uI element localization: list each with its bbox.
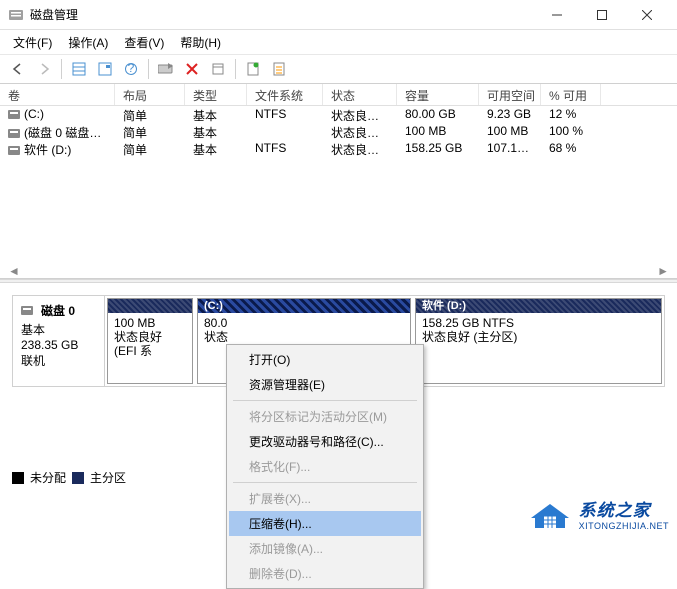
col-percent[interactable]: % 可用 <box>541 84 601 105</box>
menu-file[interactable]: 文件(F) <box>6 31 59 54</box>
menubar: 文件(F) 操作(A) 查看(V) 帮助(H) <box>0 30 677 54</box>
watermark-icon <box>527 498 573 530</box>
ctx-extend: 扩展卷(X)... <box>229 486 421 511</box>
separator <box>233 482 417 483</box>
table-row[interactable]: 软件 (D:)简单基本NTFS状态良好 (...158.25 GB107.18 … <box>0 140 677 157</box>
table-row[interactable]: (磁盘 0 磁盘分区 1)简单基本状态良好 (...100 MB100 MB10… <box>0 123 677 140</box>
minimize-button[interactable] <box>534 1 579 29</box>
partition-title: (C:) <box>198 299 410 313</box>
window-title: 磁盘管理 <box>30 6 534 23</box>
maximize-button[interactable] <box>579 1 624 29</box>
ctx-change-letter[interactable]: 更改驱动器号和路径(C)... <box>229 429 421 454</box>
partition-title <box>108 299 192 313</box>
forward-button[interactable] <box>32 57 56 81</box>
scrollbar[interactable]: ◄► <box>8 264 669 278</box>
table-row[interactable]: (C:)简单基本NTFS状态良好 (...80.00 GB9.23 GB12 % <box>0 106 677 123</box>
separator <box>148 59 149 79</box>
back-button[interactable] <box>6 57 30 81</box>
col-layout[interactable]: 布局 <box>115 84 185 105</box>
help-button[interactable]: ? <box>119 57 143 81</box>
col-filesystem[interactable]: 文件系统 <box>247 84 323 105</box>
watermark-name: 系统之家 <box>579 496 669 521</box>
disk-info[interactable]: 磁盘 0 基本 238.35 GB 联机 <box>13 296 105 386</box>
disk-tool-button[interactable] <box>154 57 178 81</box>
partition-size: 100 MB <box>114 316 186 330</box>
ctx-delete: 删除卷(D)... <box>229 561 421 586</box>
partition-status: 状态良好 (EFI 系 <box>114 330 186 358</box>
ctx-explorer[interactable]: 资源管理器(E) <box>229 372 421 397</box>
ctx-shrink[interactable]: 压缩卷(H)... <box>229 511 421 536</box>
col-free[interactable]: 可用空间 <box>479 84 541 105</box>
toolbar: ? <box>0 54 677 84</box>
partition-title: 软件 (D:) <box>416 299 661 313</box>
volume-list: 卷 布局 类型 文件系统 状态 容量 可用空间 % 可用 (C:)简单基本NTF… <box>0 84 677 279</box>
ctx-open[interactable]: 打开(O) <box>229 347 421 372</box>
partition-d[interactable]: 软件 (D:) 158.25 GB NTFS 状态良好 (主分区) <box>415 298 662 384</box>
ctx-format: 格式化(F)... <box>229 454 421 479</box>
context-menu: 打开(O) 资源管理器(E) 将分区标记为活动分区(M) 更改驱动器号和路径(C… <box>226 344 424 589</box>
titlebar: 磁盘管理 <box>0 0 677 30</box>
partition-status: 状态 <box>204 330 404 344</box>
disk-icon <box>21 306 33 315</box>
menu-action[interactable]: 操作(A) <box>61 31 115 54</box>
table-header: 卷 布局 类型 文件系统 状态 容量 可用空间 % 可用 <box>0 84 677 106</box>
menu-view[interactable]: 查看(V) <box>117 31 171 54</box>
settings-button[interactable] <box>267 57 291 81</box>
disk-size: 238.35 GB <box>21 338 96 352</box>
swatch-primary <box>72 472 84 484</box>
legend-primary: 主分区 <box>90 469 126 486</box>
watermark: 系统之家 XITONGZHIJIA.NET <box>527 496 669 531</box>
watermark-url: XITONGZHIJIA.NET <box>579 521 669 531</box>
ctx-mark-active: 将分区标记为活动分区(M) <box>229 404 421 429</box>
col-type[interactable]: 类型 <box>185 84 247 105</box>
col-volume[interactable]: 卷 <box>0 84 115 105</box>
new-button[interactable] <box>241 57 265 81</box>
view-list-button[interactable] <box>67 57 91 81</box>
legend-unallocated: 未分配 <box>30 469 66 486</box>
col-capacity[interactable]: 容量 <box>397 84 479 105</box>
menu-help[interactable]: 帮助(H) <box>173 31 228 54</box>
disk-status: 联机 <box>21 352 96 369</box>
separator <box>235 59 236 79</box>
app-icon <box>8 7 24 23</box>
delete-button[interactable] <box>180 57 204 81</box>
ctx-mirror: 添加镜像(A)... <box>229 536 421 561</box>
partition-status: 状态良好 (主分区) <box>422 330 655 344</box>
view-2-button[interactable] <box>93 57 117 81</box>
partition-efi[interactable]: 100 MB 状态良好 (EFI 系 <box>107 298 193 384</box>
disk-type: 基本 <box>21 321 96 338</box>
separator <box>233 400 417 401</box>
partition-size: 158.25 GB NTFS <box>422 316 655 330</box>
separator <box>61 59 62 79</box>
disk-name: 磁盘 0 <box>41 302 75 319</box>
col-status[interactable]: 状态 <box>323 84 397 105</box>
swatch-unallocated <box>12 472 24 484</box>
svg-text:?: ? <box>128 62 135 75</box>
partition-size: 80.0 <box>204 316 404 330</box>
close-button[interactable] <box>624 1 669 29</box>
properties-button[interactable] <box>206 57 230 81</box>
